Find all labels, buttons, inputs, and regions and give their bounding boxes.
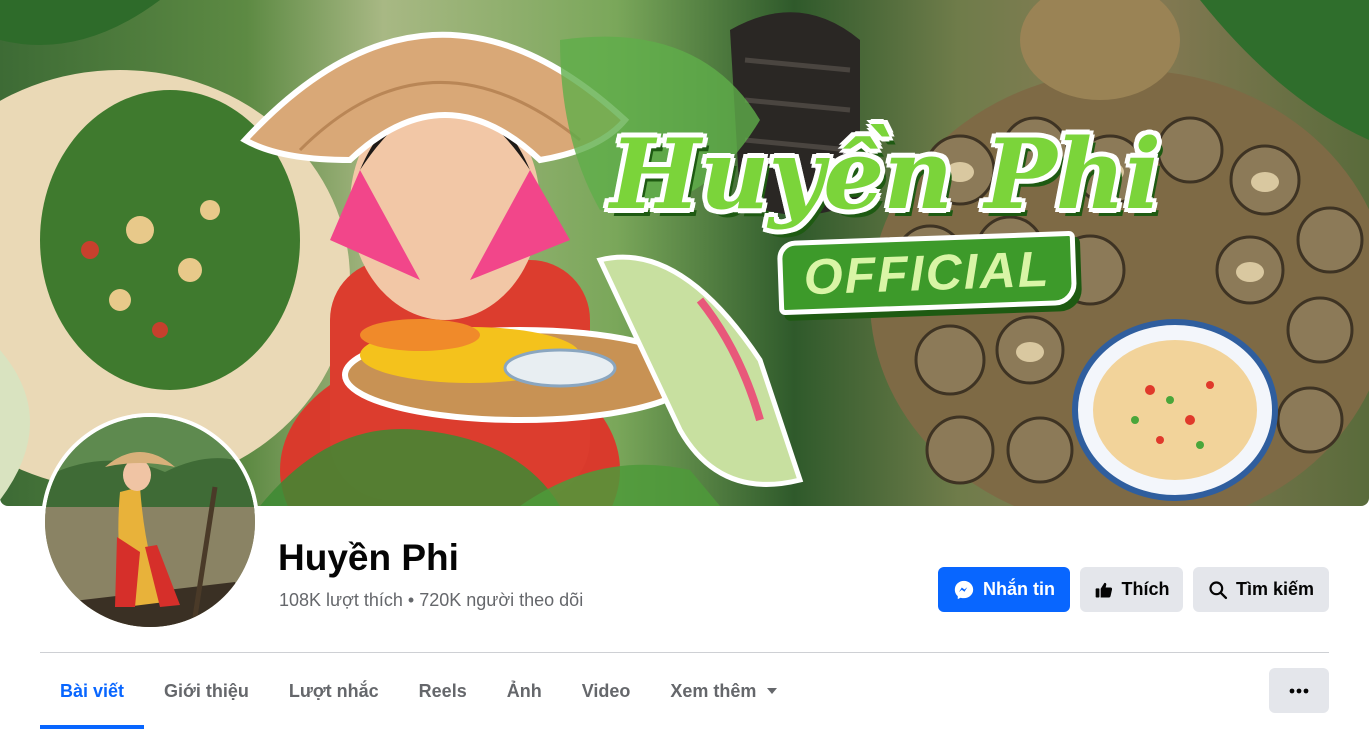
tab-label: Bài viết xyxy=(60,680,125,701)
caret-down-icon xyxy=(767,688,778,694)
tab-see-more[interactable]: Xem thêm xyxy=(650,653,798,729)
more-options-button[interactable] xyxy=(1269,668,1329,713)
tab-label: Reels xyxy=(418,680,467,701)
like-button[interactable]: Thích xyxy=(1080,567,1183,612)
page-follow-stats[interactable]: 108K lượt thích • 720K người theo dõi xyxy=(279,590,583,611)
tab-photos[interactable]: Ảnh xyxy=(487,653,562,729)
thumbs-up-icon xyxy=(1095,582,1112,597)
tab-mentions[interactable]: Lượt nhắc xyxy=(269,653,399,729)
search-icon xyxy=(1209,580,1228,599)
avatar-illustration xyxy=(45,417,255,627)
profile-avatar[interactable] xyxy=(41,413,259,631)
tab-label: Video xyxy=(581,680,631,701)
avatar-photo xyxy=(45,417,255,627)
cover-logo-badge-text: OFFICIAL xyxy=(802,240,1052,306)
cover-logo: Huyền Phi OFFICIAL xyxy=(600,118,1161,328)
profile-tab-bar: Bài viết Giới thiệu Lượt nhắc Reels Ảnh … xyxy=(40,653,798,729)
page-search-button[interactable]: Tìm kiếm xyxy=(1193,567,1329,612)
tab-label: Lượt nhắc xyxy=(288,680,379,701)
search-button-label: Tìm kiếm xyxy=(1235,579,1315,599)
tab-reels[interactable]: Reels xyxy=(399,653,487,729)
message-button[interactable]: Nhắn tin xyxy=(938,567,1070,612)
like-button-label: Thích xyxy=(1121,579,1170,599)
cover-logo-badge: OFFICIAL xyxy=(776,230,1078,316)
tab-label: Ảnh xyxy=(506,680,542,701)
cover-logo-title: Huyền Phi xyxy=(610,118,1161,231)
page-title: Huyền Phi xyxy=(278,537,459,578)
tab-posts[interactable]: Bài viết xyxy=(40,653,145,729)
tab-label: Xem thêm xyxy=(670,680,757,701)
tab-about[interactable]: Giới thiệu xyxy=(144,653,269,729)
more-horizontal-icon xyxy=(1289,688,1309,693)
messenger-icon xyxy=(954,580,974,599)
message-button-label: Nhắn tin xyxy=(983,579,1055,599)
tab-videos[interactable]: Video xyxy=(562,653,651,729)
tab-label: Giới thiệu xyxy=(164,680,249,701)
